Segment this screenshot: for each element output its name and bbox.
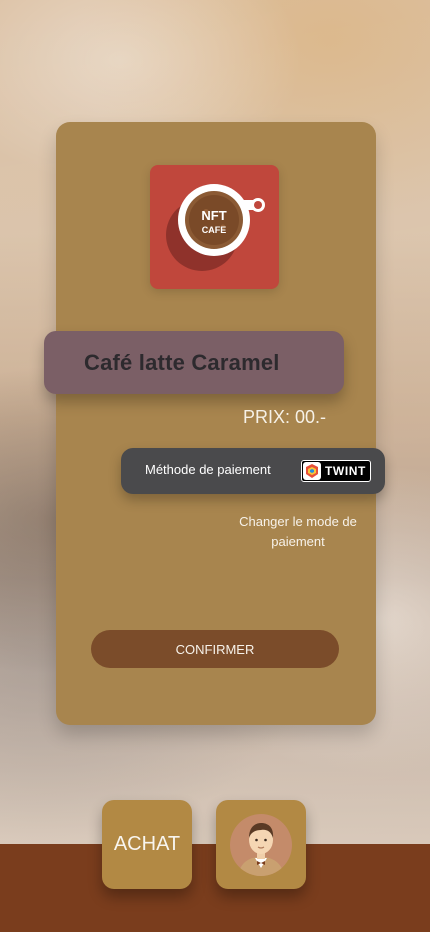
- product-name: Café latte Caramel: [44, 331, 344, 394]
- coffee-cup-icon: NFT CAFE: [166, 184, 265, 271]
- logo-text-nft: NFT: [201, 208, 226, 223]
- nft-cafe-logo: NFT CAFE: [150, 165, 279, 289]
- twint-badge: TWINT: [301, 460, 371, 482]
- avatar: [230, 813, 292, 876]
- nav-profile-button[interactable]: [216, 800, 306, 889]
- twint-logo-icon: [303, 462, 321, 480]
- twint-label: TWINT: [325, 464, 366, 478]
- payment-method-label: Méthode de paiement: [145, 462, 271, 477]
- avatar-icon: [238, 822, 284, 876]
- bottom-bar: [0, 844, 430, 932]
- logo-text-cafe: CAFE: [202, 225, 227, 235]
- price-label: PRIX: 00.-: [243, 407, 327, 427]
- change-payment-link[interactable]: Changer le mode de paiement: [228, 512, 368, 552]
- payment-method-selector[interactable]: Méthode de paiement TWINT: [121, 448, 385, 494]
- confirm-button[interactable]: CONFIRMER: [91, 630, 339, 668]
- nav-achat-button[interactable]: ACHAT: [102, 800, 192, 889]
